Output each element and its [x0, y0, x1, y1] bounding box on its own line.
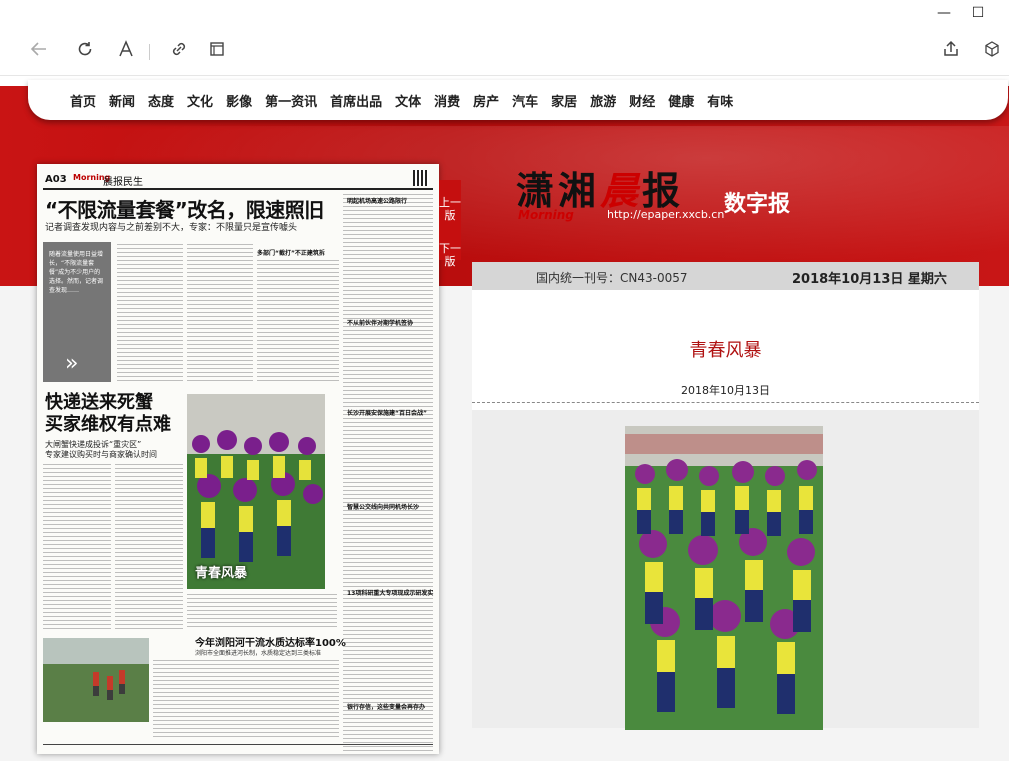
link-icon[interactable] — [167, 40, 191, 64]
nav-item[interactable]: 首页 — [70, 91, 96, 110]
issue-date: 2018年10月13日 星期六 — [792, 272, 947, 287]
nav-item[interactable]: 态度 — [148, 91, 174, 110]
text-column — [343, 194, 433, 754]
sidebar-text: 随着流量使用日益增长，“不限流量套餐”成为不少用户的选择。然而，记者调查发现…… — [49, 251, 104, 294]
qr-code-icon — [413, 170, 429, 186]
prev-page-link[interactable]: 上一版 — [439, 196, 461, 222]
article-photo-cheerleaders[interactable]: 青春风暴 — [187, 394, 325, 589]
title-bar: — ☐ — [0, 0, 1009, 28]
article-subhead-crab: 大闸蟹快递成投诉“重灾区” 专家建议购买时与商家确认时间 — [45, 440, 157, 460]
nav-item[interactable]: 消费 — [434, 91, 460, 110]
nav-item[interactable]: 影像 — [226, 91, 252, 110]
nav-item[interactable]: 财经 — [629, 91, 655, 110]
article-title: 青春风暴 — [689, 340, 762, 361]
toolbar-separator — [149, 44, 150, 60]
article-headline-right[interactable]: 长沙开展安保施建“百日会战” — [347, 408, 427, 417]
masthead-digital-label: 数字报 — [724, 192, 791, 217]
photo-area — [472, 410, 979, 730]
paper-footer-rule — [43, 744, 433, 750]
nav-item[interactable]: 首席出品 — [330, 91, 382, 110]
article-subhead-water: 浏阳市全面推进河长制，水质稳定达到三类标准 — [195, 650, 322, 657]
refresh-icon[interactable] — [73, 40, 97, 64]
text-column — [187, 244, 253, 382]
masthead-title-part: 报 — [642, 168, 685, 213]
nav-item[interactable]: 第一资讯 — [265, 91, 317, 110]
reading-view-icon[interactable] — [205, 40, 229, 64]
issue-info-bar: 国内统一刊号：CN43-0057 2018年10月13日 星期六 — [472, 262, 979, 290]
paper-section: 晨报民生 — [103, 177, 143, 188]
nav-item[interactable]: 房产 — [473, 91, 499, 110]
article-subhead-traffic: 记者调查发现内容与之前差别不大，专家：不限量只是宣传噱头 — [45, 223, 298, 233]
page-switch-tab-lower: 下一版 — [439, 242, 461, 290]
newspaper-page-thumbnail[interactable]: A03 Morning 晨报民生 “不限流量套餐”改名，限速照旧 记者调查发现内… — [37, 164, 439, 754]
article-date: 2018年10月13日 — [681, 384, 770, 397]
epaper-page: 首页 新闻 态度 文化 影像 第一资讯 首席出品 文体 消费 房产 汽车 家居 旅游 财经 健康 有味 A03… — [0, 76, 1009, 761]
text-column — [117, 244, 183, 382]
article-main-photo[interactable] — [625, 426, 823, 730]
headline-line: 快递送来死蟹 — [45, 392, 153, 413]
masthead-title-part: 潇湘 — [516, 168, 601, 213]
subhead-line: 大闸蟹快递成投诉“重灾区” — [45, 440, 142, 449]
sidebar-box: 随着流量使用日益增长，“不限流量套餐”成为不少用户的选择。然而，记者调查发现……… — [43, 242, 111, 382]
text-column — [187, 594, 337, 630]
article-headline-traffic[interactable]: “不限流量套餐”改名，限速照旧 — [45, 194, 324, 223]
text-column — [153, 660, 339, 740]
nav-item[interactable]: 汽车 — [512, 91, 538, 110]
article-headline-right[interactable]: 13项科研重大专项现成示研发实 — [347, 588, 433, 597]
read-aloud-icon[interactable] — [114, 40, 138, 64]
nav-item[interactable]: 文体 — [395, 91, 421, 110]
nav-item[interactable]: 文化 — [187, 91, 213, 110]
article-panel: 青春风暴 2018年10月13日 — [472, 290, 979, 730]
nav-item[interactable]: 旅游 — [590, 91, 616, 110]
browser-toolbar — [0, 28, 1009, 76]
photo-caption: 青春风暴 — [195, 566, 248, 581]
masthead-url[interactable]: http://epaper.xxcb.cn — [607, 208, 724, 221]
masthead-title-accent: 晨 — [600, 168, 643, 213]
issn-text: 国内统一刊号：CN43-0057 — [536, 271, 688, 285]
article-headline-right[interactable]: 银行存信，这些变量会再存办 — [347, 702, 425, 711]
site-nav: 首页 新闻 态度 文化 影像 第一资讯 首席出品 文体 消费 房产 汽车 家居 旅游 财经 健康 有味 — [28, 80, 1008, 120]
article-photo-river[interactable] — [43, 638, 149, 722]
masthead-title: 潇湘晨报 — [516, 160, 684, 215]
article-headline-right[interactable]: 不从前伙伴对期学机签协 — [347, 318, 413, 327]
article-headline-right[interactable]: 智慧公交线向共同机场长沙 — [347, 502, 419, 511]
text-column — [115, 464, 183, 632]
minimize-button[interactable]: — — [934, 4, 954, 22]
masthead-english-logo: Morning — [518, 208, 574, 222]
article-headline-water[interactable]: 今年浏阳河干流水质达标率100% — [195, 634, 346, 649]
headline-line: 买家维权有点难 — [45, 414, 171, 435]
nav-item[interactable]: 健康 — [668, 91, 694, 110]
nav-item[interactable]: 家居 — [551, 91, 577, 110]
subhead-line: 专家建议购买时与商家确认时间 — [45, 450, 157, 459]
article-headline-right[interactable]: 明起机场高速公路限行 — [347, 196, 407, 205]
text-column — [257, 260, 339, 382]
share-icon[interactable] — [939, 40, 963, 64]
nav-item[interactable]: 有味 — [707, 91, 733, 110]
article-headline-right[interactable]: 多部门“截打”不正建筑拆 — [257, 248, 325, 257]
nav-item[interactable]: 新闻 — [109, 91, 135, 110]
paper-header: A03 Morning 晨报民生 — [43, 170, 433, 190]
maximize-button[interactable]: ☐ — [968, 4, 988, 22]
text-column — [43, 464, 111, 632]
article-headline-crab[interactable]: 快递送来死蟹 买家维权有点难 — [45, 392, 171, 436]
extensions-icon[interactable] — [980, 40, 1004, 64]
page-number: A03 — [45, 174, 67, 185]
back-icon[interactable] — [27, 40, 51, 64]
next-page-link[interactable]: 下一版 — [439, 242, 461, 268]
divider — [472, 402, 979, 403]
chevron-right-icon: » — [65, 351, 79, 376]
